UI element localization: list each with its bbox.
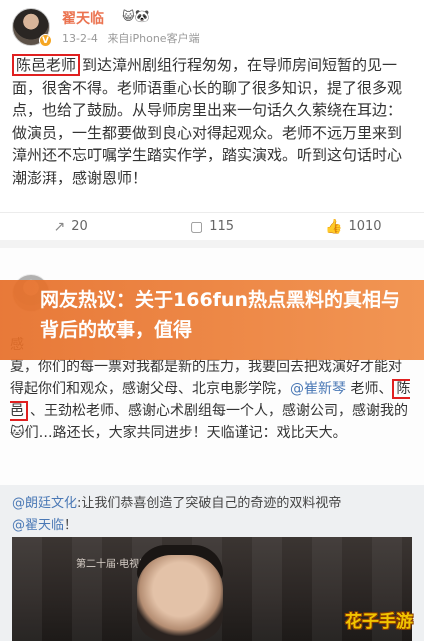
post-source: 来自iPhone客户端 [107, 32, 200, 45]
like-button[interactable]: 👍 1010 [283, 219, 424, 235]
repost-text: @朗廷文化:让我们恭喜创造了突破自己的奇迹的双料视帝 @翟天临！ [12, 493, 412, 537]
post-header: V 翟天临 😺🐼 13-2-4 来自iPhone客户端 [12, 8, 412, 47]
verified-badge-icon: V [39, 34, 52, 47]
repost-mention-2[interactable]: @翟天临 [12, 518, 64, 533]
site-watermark-logo: 花子手游 [345, 612, 413, 632]
screenshot-page: V 翟天临 😺🐼 13-2-4 来自iPhone客户端 陈邑老师 到达漳州剧组行程… [0, 0, 424, 641]
name-emoji-icons: 😺🐼 [122, 9, 150, 23]
post-meta: 13-2-4 来自iPhone客户端 [62, 30, 206, 46]
highlighted-name: 陈邑老师 [12, 54, 81, 76]
post-username[interactable]: 翟天临 [62, 8, 104, 28]
share-count: 20 [71, 219, 88, 234]
comment-count: 115 [209, 219, 235, 234]
second-post-mid: 老师、 [346, 381, 393, 397]
repost-mention-2-suffix: ！ [64, 518, 78, 533]
post-action-bar: ↗ 20 ▢ 115 👍 1010 [0, 212, 424, 240]
weibo-post: V 翟天临 😺🐼 13-2-4 来自iPhone客户端 陈邑老师 到达漳州剧组行程… [0, 0, 424, 240]
repost-mention[interactable]: @朗廷文化 [12, 496, 77, 511]
comment-icon: ▢ [189, 218, 204, 235]
share-button[interactable]: ↗ 20 [0, 219, 141, 235]
second-post-rest: 、王劲松老师、感谢心术剧组每一个人，感谢公司，感谢我的🐱们…路还长，大家共同进步… [10, 403, 408, 441]
photo-face [137, 555, 223, 641]
overlay-headline: 网友热议：关于166fun热点黑料的真相与背后的故事，值得 [0, 280, 424, 360]
post-body-text: 陈邑老师 到达漳州剧组行程匆匆，在导师房间短暂的见一面，很舍不得。老师语重心长的聊… [12, 54, 414, 189]
comment-button[interactable]: ▢ 115 [141, 219, 282, 235]
like-count: 1010 [348, 219, 382, 234]
repost-body: :让我们恭喜创造了突破自己的奇迹的双料视帝 [77, 496, 342, 511]
share-icon: ↗ [53, 218, 66, 235]
post-date: 13-2-4 [62, 32, 98, 45]
like-icon: 👍 [325, 218, 343, 235]
mention-link[interactable]: @崔新琴 [290, 381, 346, 397]
